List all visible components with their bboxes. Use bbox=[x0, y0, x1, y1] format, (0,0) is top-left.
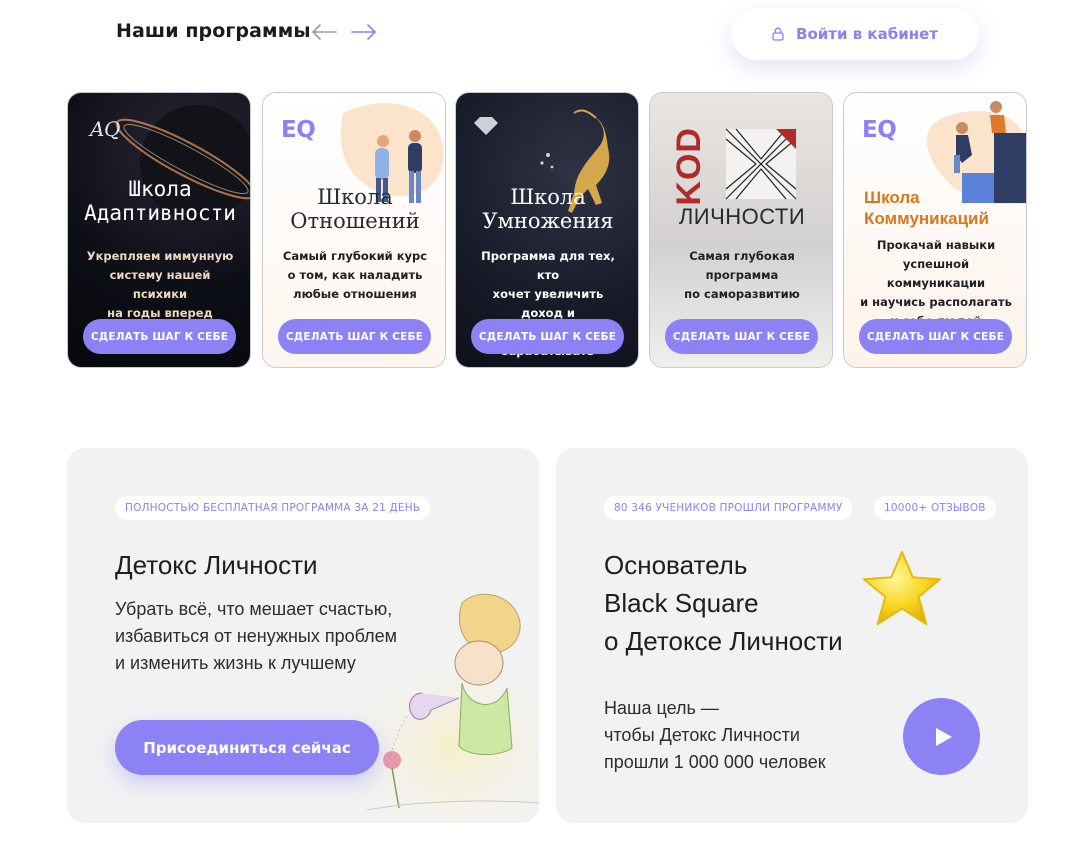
free-program-pill: ПОЛНОСТЬЮ БЕСПЛАТНАЯ ПРОГРАММА ЗА 21 ДЕН… bbox=[115, 496, 431, 520]
students-count-pill: 80 346 УЧЕНИКОВ ПРОШЛИ ПРОГРАММУ bbox=[604, 496, 853, 520]
join-now-button[interactable]: Присоединиться сейчас bbox=[115, 720, 379, 775]
section-title: Наши программы bbox=[116, 20, 311, 42]
program-card-multiplication[interactable]: Школа Умножения Программа для тех, кто х… bbox=[455, 92, 639, 368]
card-description: Прокачай навыки успешной коммуникации и … bbox=[860, 238, 1012, 328]
card-title: Школа Умножения bbox=[482, 185, 614, 233]
reviews-count-pill: 10000+ ОТЗЫВОВ bbox=[874, 496, 996, 520]
card-cta-button[interactable]: СДЕЛАТЬ ШАГ К СЕБЕ bbox=[278, 319, 431, 354]
detox-description: Убрать всё, что мешает счастью, избавить… bbox=[115, 599, 398, 673]
program-card-relationships[interactable]: EQ Школа Отношений Самый глубокий курс о… bbox=[262, 92, 446, 368]
card-title: Школа Коммуникаций bbox=[864, 188, 989, 228]
login-label: Войти в кабинет bbox=[796, 25, 938, 43]
card-title: ЛИЧНОСТИ bbox=[678, 204, 806, 229]
card-badge: EQ bbox=[281, 117, 316, 143]
card-description: Самая глубокая программа по саморазвитию bbox=[684, 249, 800, 301]
detox-title: Детокс Личности bbox=[115, 550, 318, 580]
diamond-icon bbox=[474, 117, 498, 135]
programs-header: Наши программы Войти в кабинет bbox=[0, 0, 1073, 70]
arrow-left-icon bbox=[311, 24, 337, 40]
play-icon bbox=[935, 727, 952, 746]
card-cta-button[interactable]: СДЕЛАТЬ ШАГ К СЕБЕ bbox=[83, 319, 236, 354]
card-description: Укрепляем иммунную систему нашей психики… bbox=[86, 249, 234, 320]
founder-description: Наша цель — чтобы Детокс Личности прошли… bbox=[604, 698, 826, 772]
card-cta-button[interactable]: СДЕЛАТЬ ШАГ К СЕБЕ bbox=[665, 319, 818, 354]
card-badge: AQ bbox=[90, 117, 120, 141]
card-title: Школа Адаптивности bbox=[84, 177, 236, 225]
prev-arrow-button[interactable] bbox=[310, 20, 338, 44]
kod-logo: KOD bbox=[670, 127, 708, 206]
card-description: Самый глубокий курс о том, как наладить … bbox=[282, 249, 428, 301]
card-cta-button[interactable]: СДЕЛАТЬ ШАГ К СЕБЕ bbox=[859, 319, 1012, 354]
program-card-kod[interactable]: KOD ЛИЧНОСТИ Самая глубокая программа по… bbox=[649, 92, 833, 368]
founder-title: Основатель Black Square о Детоксе Личнос… bbox=[604, 550, 843, 656]
star-icon bbox=[862, 550, 942, 626]
card-title: Школа Отношений bbox=[290, 185, 420, 233]
card-badge: EQ bbox=[862, 117, 897, 143]
next-arrow-button[interactable] bbox=[350, 20, 378, 44]
card-cta-button[interactable]: СДЕЛАТЬ ШАГ К СЕБЕ bbox=[471, 319, 624, 354]
program-card-adaptivity[interactable]: AQ Школа Адаптивности Укрепляем иммунную… bbox=[67, 92, 251, 368]
lock-icon bbox=[772, 27, 784, 41]
arrow-right-icon bbox=[351, 24, 377, 40]
program-card-communication[interactable]: EQ Школа Коммуникаций Прокачай навыки ус… bbox=[843, 92, 1027, 368]
login-button[interactable]: Войти в кабинет bbox=[731, 8, 979, 60]
play-video-button[interactable] bbox=[903, 698, 980, 775]
